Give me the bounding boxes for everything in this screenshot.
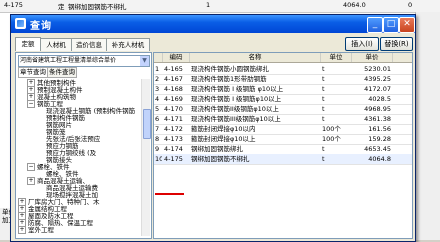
maximize-icon[interactable]: □ xyxy=(383,17,399,33)
tab-labor-material[interactable]: 人材机 xyxy=(40,38,72,51)
cell-n: 10 xyxy=(155,155,162,163)
cell-price: 4028.5 xyxy=(368,95,391,103)
tree-scrollbar[interactable] xyxy=(141,79,151,236)
minimize-icon[interactable]: _ xyxy=(367,17,383,33)
cell-price: 159.28 xyxy=(368,135,391,143)
col-header-code[interactable]: 编码 xyxy=(163,53,190,62)
col-header-unit[interactable]: 单位 xyxy=(321,53,352,62)
chevron-down-icon[interactable]: ▼ xyxy=(140,56,149,66)
cell-unit: 100个 xyxy=(322,125,341,133)
cell-n: 9 xyxy=(155,145,160,153)
cell-code: 4-168 xyxy=(164,85,183,93)
tree-item-label: 室外工程 xyxy=(28,226,54,234)
bg-amount: 0 xyxy=(408,1,413,9)
cell-name: 钢绑加固钢筋绑扎 xyxy=(191,145,243,153)
cell-price: 4653.45 xyxy=(364,145,391,153)
cell-n: 2 xyxy=(155,75,160,83)
cell-unit: t xyxy=(322,155,325,163)
bg-unit: 定 xyxy=(58,3,65,11)
collapse-icon[interactable]: − xyxy=(27,100,35,108)
replace-button[interactable]: 替换(R) xyxy=(380,37,413,51)
quota-library-select[interactable]: 河南省建筑工程工程量清单综合单价 ▼ xyxy=(18,55,150,67)
chapter-tree: + 其他预制构件 + 预制混凝土构件 + 混凝土构筑物 − 钢筋工程 现浇混凝土钢筋 (预制构件… xyxy=(18,79,140,236)
bg-qty: 1 xyxy=(206,1,211,9)
cell-code: 4-174 xyxy=(164,145,183,153)
cell-n: 6 xyxy=(155,115,160,123)
bg-code: 4-175 xyxy=(4,1,23,9)
cell-price: 4395.25 xyxy=(364,75,391,83)
tab-chapter-search[interactable]: 章节查询 xyxy=(18,67,48,78)
query-dialog: 查询 _ □ ✕ 定额 人材机 造价信息 补充人材机 插入(I) 替换(R) 河… xyxy=(10,14,416,242)
cell-code: 4-171 xyxy=(164,115,183,123)
bg-price: 4064.0 xyxy=(343,1,366,9)
cell-n: 5 xyxy=(155,105,160,113)
tab-supplement[interactable]: 补充人材机 xyxy=(106,38,150,51)
cell-code: 4-169 xyxy=(164,95,183,103)
cell-name: 现浇构件钢筋II级钢筋φ10以上 xyxy=(191,105,279,113)
cell-unit: t xyxy=(322,85,325,93)
col-header-index xyxy=(154,53,163,62)
cell-name: 现浇构件钢筋III级钢筋φ10以上 xyxy=(191,115,281,123)
cell-price: 4968.95 xyxy=(364,105,391,113)
cell-price: 5230.01 xyxy=(364,65,391,73)
cell-name: 现浇构件钢筋小圆钢筋绑扎 xyxy=(191,65,269,73)
dialog-title: 查询 xyxy=(30,21,52,32)
annotation-underline xyxy=(155,193,184,195)
cell-code: 4-175 xyxy=(164,155,183,163)
cell-code: 4-167 xyxy=(164,75,183,83)
cell-unit: 100个 xyxy=(322,135,341,143)
cell-n: 1 xyxy=(155,65,160,73)
cell-code: 4-165 xyxy=(164,65,183,73)
cell-n: 3 xyxy=(155,85,160,93)
cell-unit: t xyxy=(322,65,325,73)
cell-name: 钢绑加固钢筋不绑扎 xyxy=(191,155,250,163)
close-icon[interactable]: ✕ xyxy=(399,17,415,33)
expand-icon[interactable]: + xyxy=(18,226,26,234)
tree-item[interactable]: + 室外工程 xyxy=(18,226,54,234)
cell-price: 4172.07 xyxy=(364,85,391,93)
cell-n: 7 xyxy=(155,125,160,133)
tab-condition-search[interactable]: 条件查询 xyxy=(47,67,77,78)
table-row[interactable]: 10 4-175 钢绑加固钢筋不绑扎 t 4064.8 xyxy=(154,154,412,165)
cell-name: 箍筋封闭焊接φ10以上 xyxy=(191,135,256,143)
cell-code: 4-173 xyxy=(164,135,183,143)
chapter-tree-panel: 河南省建筑工程工程量清单综合单价 ▼ 章节查询 条件查询 + 其他预制构件 + 预制混… xyxy=(15,52,152,239)
cell-unit: t xyxy=(322,145,325,153)
insert-button[interactable]: 插入(I) xyxy=(345,37,379,51)
cell-unit: t xyxy=(322,95,325,103)
cell-name: 箍筋封闭焊接φ10以内 xyxy=(191,125,256,133)
tab-cost-info[interactable]: 造价信息 xyxy=(71,38,107,51)
expand-icon[interactable]: + xyxy=(27,177,35,185)
cell-price: 4064.8 xyxy=(368,155,391,163)
col-header-price[interactable]: 单价 xyxy=(352,53,393,62)
cell-name: 现浇构件钢筋1形带肋钢筋 xyxy=(191,75,267,83)
cell-unit: t xyxy=(322,75,325,83)
background-row: 4-175 定 钢绑加固钢筋不绑扎 1 4064.0 0 xyxy=(0,0,440,13)
cell-code: 4-172 xyxy=(164,125,183,133)
app-icon xyxy=(15,18,26,29)
cell-code: 4-170 xyxy=(164,105,183,113)
cell-price: 4361.38 xyxy=(364,115,391,123)
cell-unit: t xyxy=(322,105,325,113)
cell-unit: t xyxy=(322,115,325,123)
dialog-titlebar[interactable]: 查询 _ □ ✕ xyxy=(11,15,415,33)
quota-library-value: 河南省建筑工程工程量清单综合单价 xyxy=(20,57,117,64)
cell-name: 现浇构件钢筋 I 级钢筋φ10以上 xyxy=(191,95,282,103)
col-header-name[interactable]: 名称 xyxy=(190,53,321,62)
cell-price: 161.56 xyxy=(368,125,391,133)
quota-table: 编码 名称 单位 单价 1 4-165 现浇构件钢筋小圆钢筋绑扎 t 5230.01 2 4… xyxy=(153,52,413,239)
tab-quota[interactable]: 定额 xyxy=(15,37,41,51)
cell-name: 现浇构件钢筋 I 级钢筋 φ10以上 xyxy=(191,85,284,93)
background-right-panel xyxy=(415,12,440,240)
cell-n: 4 xyxy=(155,95,160,103)
scrollbar-thumb[interactable] xyxy=(143,109,151,139)
cell-n: 8 xyxy=(155,135,160,143)
table-header: 编码 名称 单位 单价 xyxy=(154,53,412,63)
bg-name: 钢绑加固钢筋不绑扎 xyxy=(68,3,127,11)
collapse-icon[interactable]: − xyxy=(27,163,35,171)
